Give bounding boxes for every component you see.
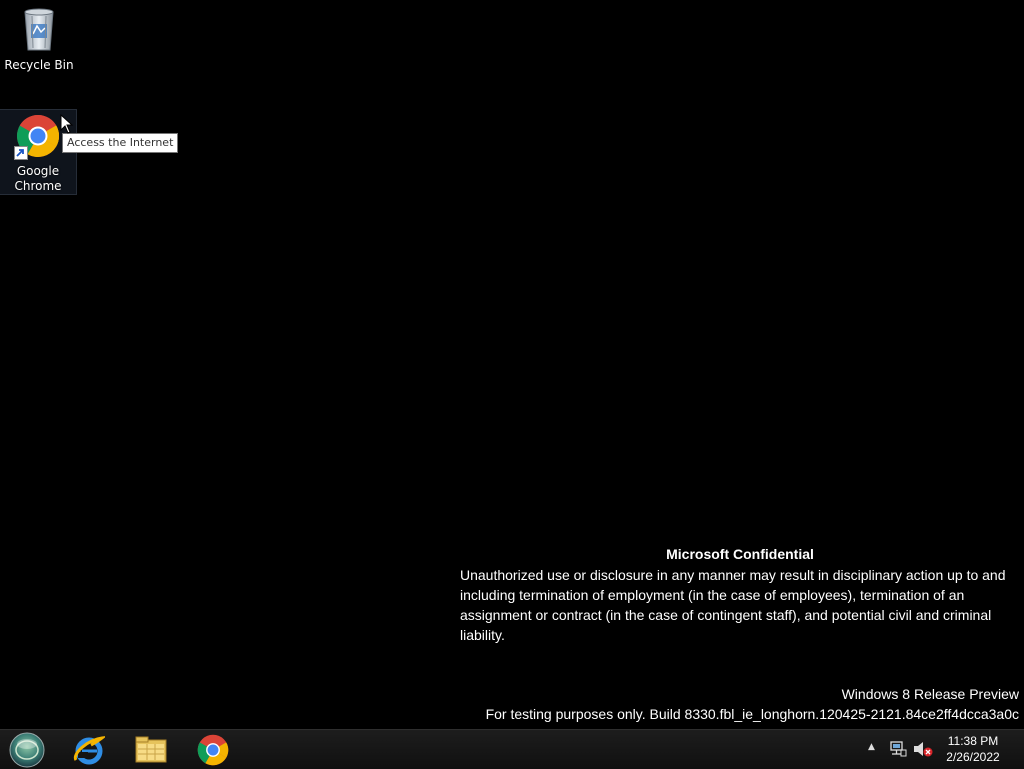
desktop-icon-label: Recycle Bin xyxy=(4,58,74,72)
confidential-notice: Microsoft Confidential Unauthorized use … xyxy=(460,544,1020,645)
desktop[interactable]: Recycle Bin Google Chrome Access the Int… xyxy=(0,0,1024,729)
taskbar-file-explorer[interactable] xyxy=(128,732,174,768)
folder-icon xyxy=(135,736,167,763)
show-hidden-icons-button[interactable]: ▲ xyxy=(868,742,875,752)
taskbar-clock[interactable]: 11:38 PM 2/26/2022 xyxy=(940,733,1006,765)
clock-time: 11:38 PM xyxy=(947,734,999,748)
desktop-icon-label-line2: Chrome xyxy=(14,179,62,193)
watermark-build: For testing purposes only. Build 8330.fb… xyxy=(485,706,1019,722)
notice-title: Microsoft Confidential xyxy=(666,546,814,562)
tooltip: Access the Internet xyxy=(62,133,179,153)
taskbar-internet-explorer[interactable] xyxy=(66,732,112,768)
desktop-icon-recycle-bin[interactable]: Recycle Bin xyxy=(1,4,77,74)
taskbar: ▲ 11:38 PM 2/26/2022 xyxy=(0,729,1024,769)
watermark-edition: Windows 8 Release Preview xyxy=(841,686,1019,702)
build-watermark: Windows 8 Release Preview For testing pu… xyxy=(486,684,1019,724)
chrome-icon xyxy=(197,734,229,766)
recycle-bin-icon xyxy=(24,8,54,51)
clock-date: 2/26/2022 xyxy=(946,750,1000,764)
shortcut-arrow-icon xyxy=(14,146,28,160)
start-button[interactable] xyxy=(4,732,50,768)
taskbar-google-chrome[interactable] xyxy=(190,732,236,768)
internet-explorer-icon xyxy=(73,736,105,765)
volume-muted-icon[interactable] xyxy=(913,741,933,757)
network-icon[interactable] xyxy=(889,741,907,757)
desktop-icon-label: Google Chrome xyxy=(14,164,61,194)
desktop-icon-label-line1: Google xyxy=(16,164,60,178)
mouse-cursor-icon xyxy=(60,114,74,134)
start-orb-icon xyxy=(9,732,45,768)
notice-body: Unauthorized use or disclosure in any ma… xyxy=(460,567,1006,643)
